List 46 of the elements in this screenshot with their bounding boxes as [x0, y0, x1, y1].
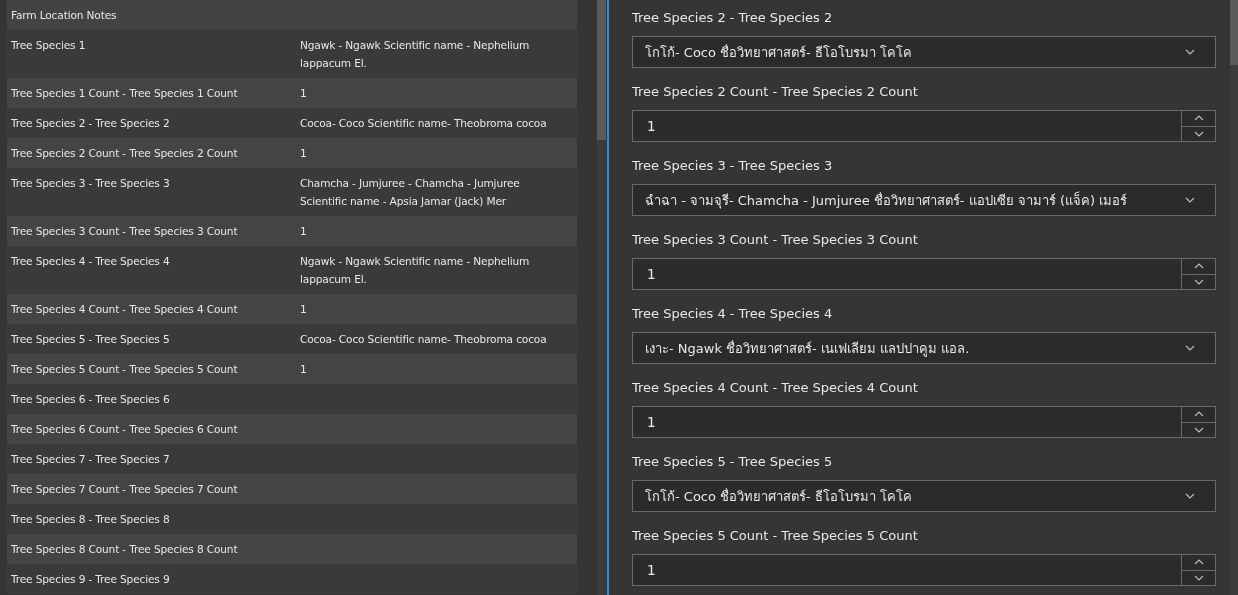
field-label: Tree Species 2 - Tree Species 2	[632, 9, 834, 27]
dropdown-field[interactable]: โกโก้- Coco ชื่อวิทยาศาสตร์- ธีโอโบรมา โคโค	[632, 480, 1216, 512]
field-label: Tree Species 4 - Tree Species 4	[632, 305, 834, 323]
dropdown-field[interactable]: ฉำฉา - จามจุรี- Chamcha - Jumjuree ชื่อวิทยาศาสตร์- แอปเซีย จามาร์ (แจ็ค) เมอร์	[632, 184, 1216, 216]
field-label: Tree Species 3 Count - Tree Species 3 Count	[11, 225, 238, 237]
field-label: Tree Species 1	[11, 39, 86, 51]
field-label: Tree Species 3 Count - Tree Species 3 Count	[632, 231, 919, 249]
field-label: Tree Species 3 - Tree Species 3	[632, 157, 834, 175]
field-label: Tree Species 6 Count - Tree Species 6 Count	[11, 423, 238, 435]
field-value: 1	[300, 87, 307, 99]
field-label: Tree Species 2 Count - Tree Species 2 Count	[632, 83, 919, 101]
field-label: Tree Species 5 Count - Tree Species 5 Count	[11, 363, 238, 375]
field-label: Tree Species 4 Count - Tree Species 4 Count	[632, 379, 919, 397]
field-label: Tree Species 1 Count - Tree Species 1 Count	[11, 87, 238, 99]
field-label: Tree Species 2 Count - Tree Species 2 Count	[11, 147, 238, 159]
chevron-down-icon	[1185, 197, 1195, 203]
field-value: Chamcha - Jumjuree - Chamcha - Jumjuree Scientific name - Apsia Jamar (Jack) Mer	[300, 177, 520, 207]
field-value: 1	[300, 303, 307, 315]
field-value: 1	[300, 363, 307, 375]
field-label: Tree Species 6 - Tree Species 6	[11, 393, 170, 405]
section-title: Farm Location Notes	[11, 9, 117, 21]
dropdown-field[interactable]: เงาะ- Ngawk ชื่อวิทยาศาสตร์- เนเฟเลียม แลปปาคูม แอล.	[632, 332, 1216, 364]
scrollbar-thumb[interactable]	[597, 0, 606, 140]
field-value: 1	[300, 147, 307, 159]
field-label: Tree Species 2 - Tree Species 2	[11, 117, 170, 129]
field-value: Ngawk - Ngawk Scientific name - Nephelium lappacum El.	[300, 255, 530, 285]
field-label: Tree Species 8 Count - Tree Species 8 Count	[11, 543, 238, 555]
field-value: Ngawk - Ngawk Scientific name - Nephelium lappacum El.	[300, 39, 530, 69]
scrollbar-thumb[interactable]	[1230, 0, 1238, 65]
dropdown-field[interactable]: โกโก้- Coco ชื่อวิทยาศาสตร์- ธีโอโบรมา โคโค	[632, 36, 1216, 68]
field-label: Tree Species 5 - Tree Species 5	[11, 333, 170, 345]
chevron-down-icon	[1185, 493, 1195, 499]
field-label: Tree Species 7 - Tree Species 7	[11, 453, 170, 465]
chevron-down-icon	[1185, 49, 1195, 55]
field-label: Tree Species 3 - Tree Species 3	[11, 177, 170, 189]
field-value: Cocoa- Coco Scientific name- Theobroma cocoa	[300, 117, 547, 129]
field-label: Tree Species 4 - Tree Species 4	[11, 255, 170, 267]
field-label: Tree Species 8 - Tree Species 8	[11, 513, 170, 525]
field-label: Tree Species 9 - Tree Species 9	[11, 573, 170, 585]
field-value: Cocoa- Coco Scientific name- Theobroma cocoa	[300, 333, 547, 345]
field-value: 1	[300, 225, 307, 237]
field-label: Tree Species 4 Count - Tree Species 4 Count	[11, 303, 238, 315]
field-label: Tree Species 5 - Tree Species 5	[632, 453, 834, 471]
field-label: Tree Species 7 Count - Tree Species 7 Count	[11, 483, 238, 495]
field-label: Tree Species 5 Count - Tree Species 5 Count	[632, 527, 919, 545]
chevron-down-icon	[1185, 345, 1195, 351]
